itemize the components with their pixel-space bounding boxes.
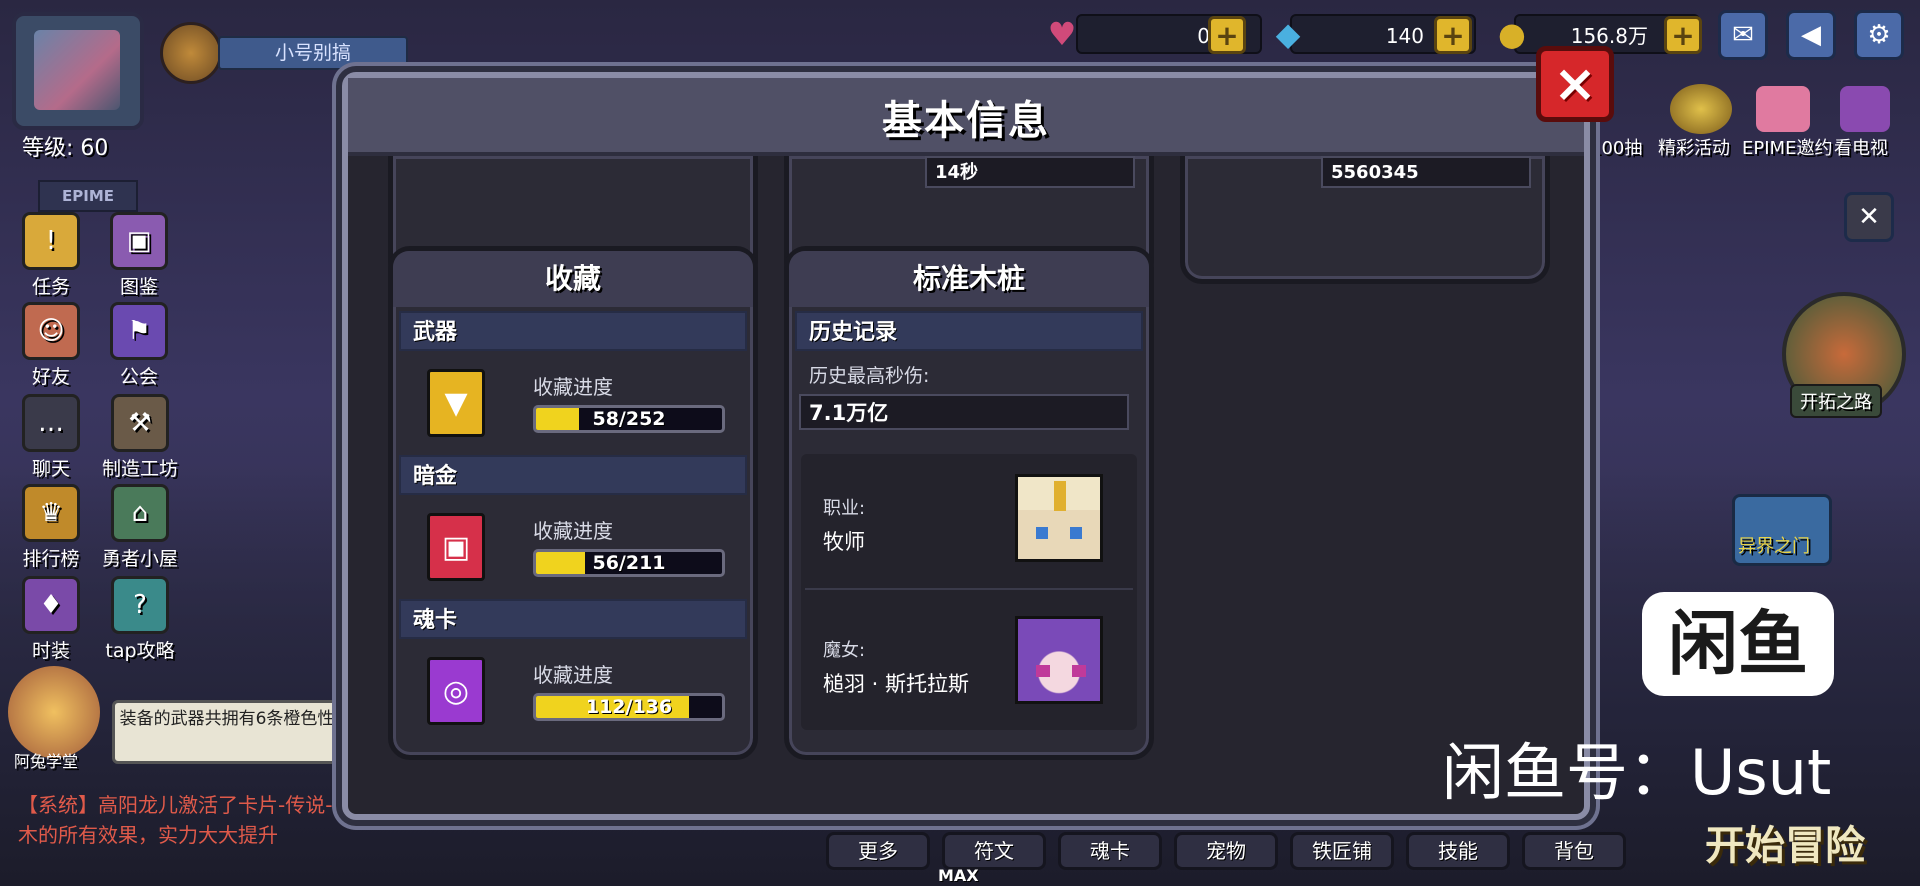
menu-watch-tv[interactable]: 看电视: [1834, 134, 1888, 160]
collection-progress-label: 收藏进度: [533, 519, 613, 543]
menu-hero-house[interactable]: ⌂ 勇者小屋: [98, 484, 182, 571]
heart-gem-icon: ♥: [1047, 15, 1077, 53]
tab-more[interactable]: 更多: [826, 832, 930, 870]
collection-section-header: 武器: [399, 311, 747, 351]
trophy-icon: ♛: [22, 484, 80, 542]
tab-backpack[interactable]: 背包: [1522, 832, 1626, 870]
announcement-icon[interactable]: ◀: [1786, 10, 1836, 60]
codex-icon: ▣: [110, 212, 168, 270]
collection-title: 收藏: [393, 251, 753, 307]
watermark-text: 闲鱼号：Usut: [1442, 736, 1832, 809]
history-record-header: 历史记录: [795, 311, 1143, 351]
dummy-record-details: 职业: 牧师 魔女: 槌羽 · 斯托拉斯: [801, 454, 1137, 730]
training-dummy-title: 标准木桩: [789, 251, 1149, 307]
mascot-label: 阿兔学堂: [14, 752, 79, 771]
collection-progress-bar: 56/211: [533, 549, 725, 577]
house-icon: ⌂: [111, 484, 169, 542]
collection-progress-bar: 58/252: [533, 405, 725, 433]
soul-card-book-icon: ◎: [427, 657, 485, 725]
menu-workshop[interactable]: ⚒ 制造工坊: [98, 394, 182, 481]
tab-soul-cards[interactable]: 魂卡: [1058, 832, 1162, 870]
add-gold-button[interactable]: +: [1664, 16, 1702, 54]
tab-blacksmith[interactable]: 铁匠铺: [1290, 832, 1394, 870]
menu-codex[interactable]: ▣ 图鉴: [104, 212, 174, 299]
max-label: MAX: [938, 866, 979, 885]
menu-events[interactable]: 精彩活动: [1658, 134, 1730, 160]
player-level: 等级: 60: [22, 136, 109, 161]
costume-icon: ♦: [22, 576, 80, 634]
mail-icon[interactable]: ✉: [1718, 10, 1768, 60]
tab-skills[interactable]: 技能: [1406, 832, 1510, 870]
quest-icon: !: [22, 212, 80, 270]
epime-badge[interactable]: EPIME: [38, 180, 138, 212]
collection-section-header: 魂卡: [399, 599, 747, 639]
max-dps-label: 历史最高秒伤:: [809, 365, 930, 387]
collection-progress-bar: 112/136: [533, 693, 725, 721]
menu-otherworld-gate[interactable]: 异界之门: [1738, 532, 1810, 558]
class-label: 职业:: [823, 498, 866, 519]
max-dps-value: 7.1万亿: [799, 394, 1129, 430]
mascot-avatar[interactable]: [8, 666, 100, 758]
witch-portrait-icon: [1015, 616, 1103, 704]
collection-row[interactable]: ◎ 收藏进度 112/136: [399, 639, 747, 743]
settings-icon[interactable]: ⚙: [1854, 10, 1904, 60]
menu-epime-invite[interactable]: EPIME邀约: [1742, 134, 1832, 160]
guild-emblem-icon[interactable]: [160, 22, 222, 84]
start-adventure-button[interactable]: 开始冒险: [1680, 816, 1890, 876]
player-avatar[interactable]: [12, 12, 144, 130]
training-dummy-card: 标准木桩 历史记录 历史最高秒伤: 7.1万亿 职业: 牧师 魔女: 槌羽 · …: [784, 246, 1154, 760]
diamond-icon: ◆: [1275, 15, 1301, 53]
invite-icon: [1756, 86, 1810, 132]
collapse-icon[interactable]: ✕: [1844, 192, 1894, 242]
partial-value-time: 14秒: [925, 156, 1135, 188]
weapon-book-icon: ▼: [427, 369, 485, 437]
xianyu-logo: 闲鱼: [1642, 592, 1834, 696]
witch-value: 槌羽 · 斯托拉斯: [823, 672, 970, 696]
guide-icon: ?: [111, 576, 169, 634]
collection-card: 收藏 武器 ▼ 收藏进度 58/252 暗金 ▣ 收藏进度 56/211 魂卡 ◎ 收藏进度 112/…: [388, 246, 758, 760]
collection-progress-label: 收藏进度: [533, 375, 613, 399]
collection-progress-text: 112/136: [585, 696, 673, 718]
collection-progress-text: 58/252: [592, 408, 666, 430]
class-value: 牧师: [823, 530, 865, 554]
close-dialog-button[interactable]: ×: [1536, 46, 1614, 122]
add-heart-gem-button[interactable]: +: [1208, 16, 1246, 54]
menu-costume[interactable]: ♦ 时装: [16, 576, 86, 663]
collection-row[interactable]: ▣ 收藏进度 56/211: [399, 495, 747, 599]
tip-bubble: 装备的武器共拥有6条橙色性: [112, 700, 342, 764]
collection-section-header: 暗金: [399, 455, 747, 495]
system-chat-log[interactable]: 【系统】高阳龙儿激活了卡片-传说-木的所有效果，实力大大提升: [18, 790, 338, 850]
workshop-icon: ⚒: [111, 394, 169, 452]
player-name[interactable]: 小号别搞: [218, 36, 408, 70]
guild-icon: ⚑: [110, 302, 168, 360]
collection-list: 武器 ▼ 收藏进度 58/252 暗金 ▣ 收藏进度 56/211 魂卡 ◎ 收藏进度 112/136: [393, 307, 753, 743]
priest-portrait-icon: [1015, 474, 1103, 562]
menu-chat[interactable]: … 聊天: [16, 394, 86, 481]
menu-guild[interactable]: ⚑ 公会: [104, 302, 174, 389]
dialog-title: 基本信息: [882, 98, 1050, 144]
add-diamond-button[interactable]: +: [1434, 16, 1472, 54]
collection-row[interactable]: ▼ 收藏进度 58/252: [399, 351, 747, 455]
chat-icon: …: [22, 394, 80, 452]
menu-quest[interactable]: ! 任务: [16, 212, 86, 299]
close-icon: ×: [1553, 54, 1597, 114]
collection-progress-text: 56/211: [592, 552, 666, 574]
tv-icon: [1840, 86, 1890, 132]
friends-icon: ☺: [22, 302, 80, 360]
menu-pioneer-road[interactable]: 开拓之路: [1790, 384, 1882, 418]
menu-friends[interactable]: ☺ 好友: [16, 302, 86, 389]
collection-progress-label: 收藏进度: [533, 663, 613, 687]
tab-pets[interactable]: 宠物: [1174, 832, 1278, 870]
tab-runes[interactable]: 符文: [942, 832, 1046, 870]
menu-100-draw[interactable]: 100抽: [1590, 134, 1642, 160]
menu-leaderboard[interactable]: ♛ 排行榜: [16, 484, 86, 571]
events-icon: [1670, 84, 1732, 134]
gold-coin-icon: ●: [1498, 15, 1526, 53]
dark-gold-book-icon: ▣: [427, 513, 485, 581]
witch-label: 魔女:: [823, 640, 866, 661]
basic-info-dialog: 基本信息 14秒 5560345 收藏 武器 ▼ 收藏进度 58/252 暗金 ▣ 收藏进度…: [342, 72, 1590, 820]
partial-value-number: 5560345: [1321, 156, 1531, 188]
menu-tap-guide[interactable]: ? tap攻略: [98, 576, 182, 663]
info-card-partial-3: 5560345: [1180, 156, 1550, 284]
